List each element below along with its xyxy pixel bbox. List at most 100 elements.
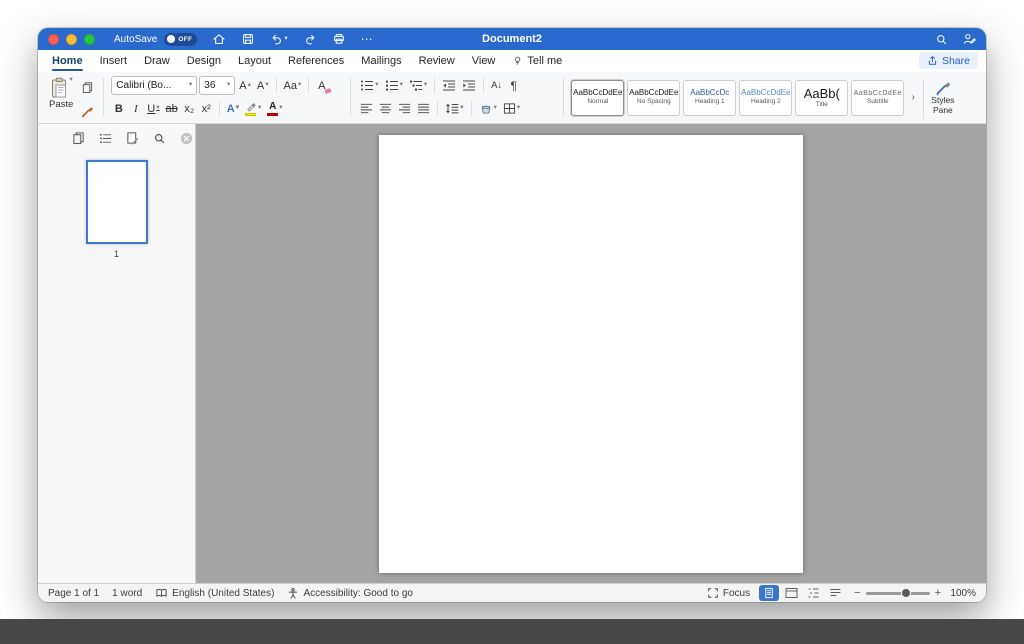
outline-pane-icon[interactable] [99, 132, 112, 145]
undo-button[interactable]: ▾ [270, 32, 287, 46]
style-no-spacing[interactable]: AaBbCcDdEe No Spacing [627, 80, 680, 116]
sort-button[interactable]: A↓ [489, 76, 504, 95]
bold-button[interactable]: B [111, 99, 126, 118]
web-layout-view-button[interactable] [781, 585, 801, 601]
highlight-color-bar [245, 113, 256, 116]
presence-share-icon[interactable] [962, 32, 976, 46]
save-icon[interactable] [241, 32, 255, 46]
print-icon[interactable] [332, 32, 346, 46]
autosave-toggle[interactable]: OFF [164, 33, 197, 46]
text-effects-button[interactable]: A▾ [225, 99, 241, 118]
zoom-slider[interactable] [866, 592, 930, 595]
clear-formatting-button[interactable]: A [314, 76, 329, 95]
font-size-select[interactable]: 36 ▾ [199, 76, 235, 95]
minimize-window-button[interactable] [66, 34, 77, 45]
decrease-indent-button[interactable] [440, 76, 458, 95]
focus-icon [707, 587, 719, 599]
show-formatting-marks-button[interactable]: ¶ [506, 76, 521, 95]
tab-references[interactable]: References [288, 50, 344, 72]
styles-group: AaBbCcDdEe Normal AaBbCcDdEe No Spacing … [571, 75, 957, 119]
tab-layout[interactable]: Layout [238, 50, 271, 72]
style-heading-1[interactable]: AaBbCcDc Heading 1 [683, 80, 736, 116]
align-left-button[interactable] [358, 99, 375, 118]
page-indicator[interactable]: Page 1 of 1 [48, 588, 99, 599]
font-family-caret: ▾ [189, 82, 192, 89]
redo-button[interactable] [303, 32, 317, 46]
align-right-button[interactable] [396, 99, 413, 118]
zoom-in-button[interactable]: + [935, 587, 941, 599]
proofing-status[interactable]: English (United States) [155, 587, 274, 599]
subscript-button[interactable]: x₂ [182, 99, 197, 118]
outline-view-button[interactable] [803, 585, 823, 601]
document-page[interactable] [379, 135, 803, 573]
more-commands-icon[interactable]: ⋯ [361, 33, 373, 45]
style-heading-2[interactable]: AaBbCcDdEe Heading 2 [739, 80, 792, 116]
desktop: AutoSave OFF ▾ ⋯ Document2 [0, 0, 1024, 644]
desktop-bottom-band [0, 619, 1024, 644]
thumbnails-pane-icon[interactable] [72, 131, 85, 145]
strikethrough-button[interactable]: ab [164, 99, 180, 118]
change-case-button[interactable]: Aa▾ [282, 76, 304, 95]
paste-label: Paste [49, 99, 73, 110]
bullets-button[interactable]: ▾ [358, 76, 380, 95]
styles-gallery-more-button[interactable]: › [907, 80, 919, 116]
shading-button[interactable]: ▾ [477, 99, 499, 118]
close-window-button[interactable] [48, 34, 59, 45]
shrink-font-button[interactable]: A▾ [255, 76, 271, 95]
autosave-label: AutoSave [114, 34, 157, 45]
font-family-select[interactable]: Calibri (Bo... ▾ [111, 76, 197, 95]
zoom-level[interactable]: 100% [946, 588, 976, 599]
tell-me-button[interactable]: Tell me [512, 50, 562, 72]
increase-indent-button[interactable] [460, 76, 478, 95]
tab-review[interactable]: Review [419, 50, 455, 72]
format-painter-button[interactable] [78, 102, 96, 120]
home-icon[interactable] [212, 32, 226, 46]
styles-pane-button[interactable]: Styles Pane [928, 80, 957, 116]
style-title[interactable]: AaBb( Title [795, 80, 848, 116]
sidebar-close-icon[interactable] [180, 132, 193, 145]
content-area: 1 [38, 124, 986, 583]
tab-view[interactable]: View [472, 50, 496, 72]
tab-insert[interactable]: Insert [100, 50, 128, 72]
numbering-button[interactable]: ▾ [383, 76, 405, 95]
highlight-button[interactable]: ▾ [243, 99, 263, 118]
superscript-button[interactable]: x² [199, 99, 214, 118]
paste-dropdown-caret[interactable]: ▾ [70, 77, 73, 84]
font-family-value: Calibri (Bo... [116, 80, 171, 91]
borders-button[interactable]: ▾ [501, 99, 522, 118]
tab-design[interactable]: Design [187, 50, 221, 72]
print-layout-view-button[interactable] [759, 585, 779, 601]
paste-button[interactable]: ▾ Paste [46, 76, 76, 111]
focus-button[interactable]: Focus [707, 587, 750, 599]
edit-page-icon[interactable] [126, 131, 139, 145]
fullscreen-window-button[interactable] [84, 34, 95, 45]
accessibility-status[interactable]: Accessibility: Good to go [287, 587, 413, 600]
page-thumbnail[interactable] [86, 160, 148, 244]
style-subtitle[interactable]: AaBbCcDdEe Subtitle [851, 80, 904, 116]
font-color-button[interactable]: A ▾ [265, 99, 284, 118]
align-center-button[interactable] [377, 99, 394, 118]
tab-home[interactable]: Home [52, 50, 83, 72]
lightbulb-icon [512, 55, 523, 67]
accessibility-label: Accessibility: Good to go [303, 588, 413, 599]
italic-button[interactable]: I [128, 99, 143, 118]
grow-font-button[interactable]: A▴ [237, 76, 253, 95]
share-button[interactable]: Share [919, 52, 978, 69]
share-label: Share [942, 55, 970, 67]
draft-view-button[interactable] [825, 585, 845, 601]
justify-button[interactable] [415, 99, 432, 118]
zoom-out-button[interactable]: − [854, 587, 860, 599]
zoom-slider-thumb[interactable] [901, 588, 911, 598]
sidebar-search-icon[interactable] [153, 132, 166, 145]
tab-mailings[interactable]: Mailings [361, 50, 401, 72]
tab-draw[interactable]: Draw [144, 50, 170, 72]
undo-dropdown-caret[interactable]: ▾ [284, 36, 287, 43]
copy-button[interactable] [78, 78, 96, 96]
search-icon[interactable] [935, 33, 948, 46]
multilevel-list-button[interactable]: ▾ [407, 76, 429, 95]
underline-button[interactable]: U▾ [145, 99, 161, 118]
word-count[interactable]: 1 word [112, 588, 142, 599]
line-spacing-button[interactable]: ▾ [443, 99, 465, 118]
focus-label: Focus [723, 588, 750, 599]
style-normal[interactable]: AaBbCcDdEe Normal [571, 80, 624, 116]
